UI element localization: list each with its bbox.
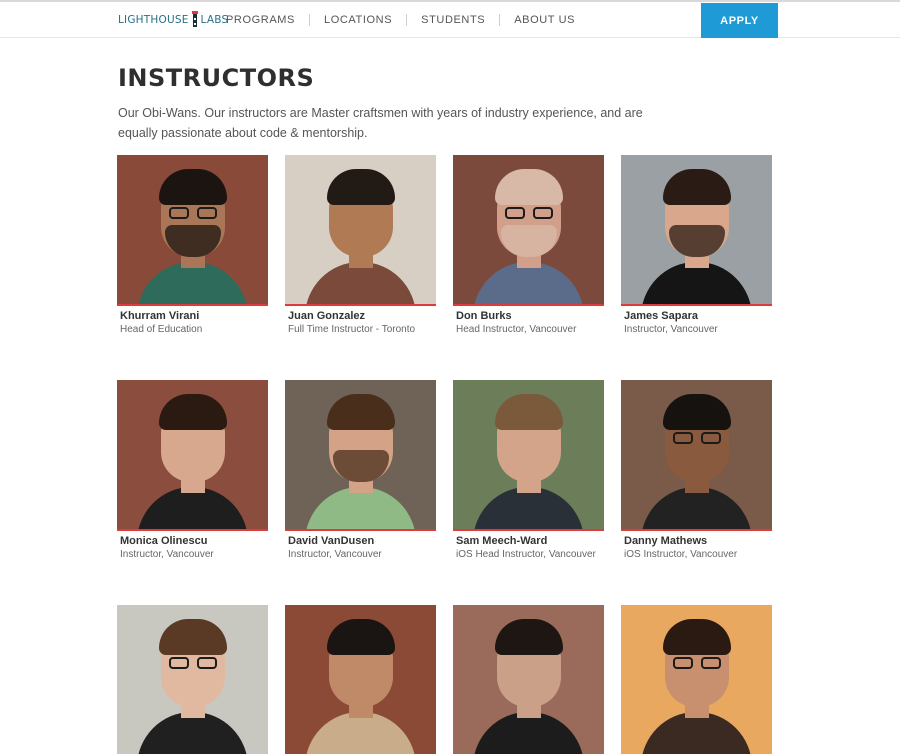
apply-button[interactable]: APPLY [701, 3, 778, 38]
instructor-role: iOS Instructor, Vancouver [624, 549, 738, 560]
instructor-card[interactable] [117, 605, 268, 754]
page-title: INSTRUCTORS [118, 64, 315, 92]
logo-text-right: LABS [200, 14, 229, 26]
nav-programs[interactable]: PROGRAMS [226, 14, 295, 26]
instructor-photo [621, 380, 772, 531]
instructor-role: Instructor, Vancouver [624, 324, 718, 335]
instructor-card[interactable] [453, 605, 604, 754]
instructor-name: Monica Olinescu [120, 535, 208, 547]
main-nav: PROGRAMS LOCATIONS STUDENTS ABOUT US [226, 14, 575, 26]
nav-divider [406, 14, 408, 26]
instructor-photo [453, 605, 604, 754]
instructor-name: Don Burks [456, 310, 512, 322]
nav-divider [308, 14, 310, 26]
instructor-photo [621, 155, 772, 306]
instructor-name: Sam Meech-Ward [456, 535, 548, 547]
nav-divider [499, 14, 501, 26]
instructor-photo [453, 155, 604, 306]
instructor-card[interactable]: James Sapara Instructor, Vancouver [621, 155, 772, 336]
glasses-icon [505, 207, 553, 220]
instructor-name: James Sapara [624, 310, 698, 322]
top-navbar: LIGHTHOUSE LABS PROGRAMS LOCATIONS STUDE… [0, 2, 900, 38]
instructor-role: Instructor, Vancouver [288, 549, 382, 560]
nav-about-us[interactable]: ABOUT US [514, 14, 575, 26]
glasses-icon [169, 207, 217, 220]
glasses-icon [169, 657, 217, 670]
instructor-card[interactable]: Khurram Virani Head of Education [117, 155, 268, 336]
instructor-name: Juan Gonzalez [288, 310, 366, 322]
instructor-name: David VanDusen [288, 535, 375, 547]
instructor-photo [117, 380, 268, 531]
nav-locations[interactable]: LOCATIONS [324, 14, 392, 26]
instructor-role: Head Instructor, Vancouver [456, 324, 577, 335]
nav-students[interactable]: STUDENTS [421, 14, 485, 26]
instructor-photo [285, 605, 436, 754]
instructor-photo [117, 605, 268, 754]
instructor-grid: Khurram Virani Head of Education Juan Gonz… [117, 155, 777, 754]
instructor-name: Khurram Virani [120, 310, 200, 322]
instructor-card[interactable]: Monica Olinescu Instructor, Vancouver [117, 380, 268, 561]
instructor-name: Danny Mathews [624, 535, 708, 547]
instructor-card[interactable]: Sam Meech-Ward iOS Head Instructor, Vanco… [453, 380, 604, 561]
instructor-photo [117, 155, 268, 306]
page-intro: Our Obi-Wans. Our instructors are Master… [118, 106, 643, 140]
instructor-photo [285, 380, 436, 531]
instructor-role: Full Time Instructor - Toronto [288, 324, 416, 335]
instructor-role: Head of Education [120, 324, 203, 335]
instructor-card[interactable] [621, 605, 772, 754]
lighthouse-labs-logo[interactable]: LIGHTHOUSE LABS [118, 8, 228, 32]
instructor-card[interactable]: Don Burks Head Instructor, Vancouver [453, 155, 604, 336]
instructor-card[interactable]: David VanDusen Instructor, Vancouver [285, 380, 436, 561]
instructor-photo [453, 380, 604, 531]
instructor-card[interactable] [285, 605, 436, 754]
logo-text-left: LIGHTHOUSE [118, 14, 189, 26]
glasses-icon [673, 432, 721, 445]
lighthouse-icon [191, 11, 199, 29]
instructor-role: Instructor, Vancouver [120, 549, 214, 560]
instructor-photo [285, 155, 436, 306]
instructor-photo [621, 605, 772, 754]
glasses-icon [673, 657, 721, 670]
instructor-role: iOS Head Instructor, Vancouver [456, 549, 596, 560]
instructor-card[interactable]: Danny Mathews iOS Instructor, Vancouver [621, 380, 772, 561]
instructor-card[interactable]: Juan Gonzalez Full Time Instructor - Toro… [285, 155, 436, 336]
